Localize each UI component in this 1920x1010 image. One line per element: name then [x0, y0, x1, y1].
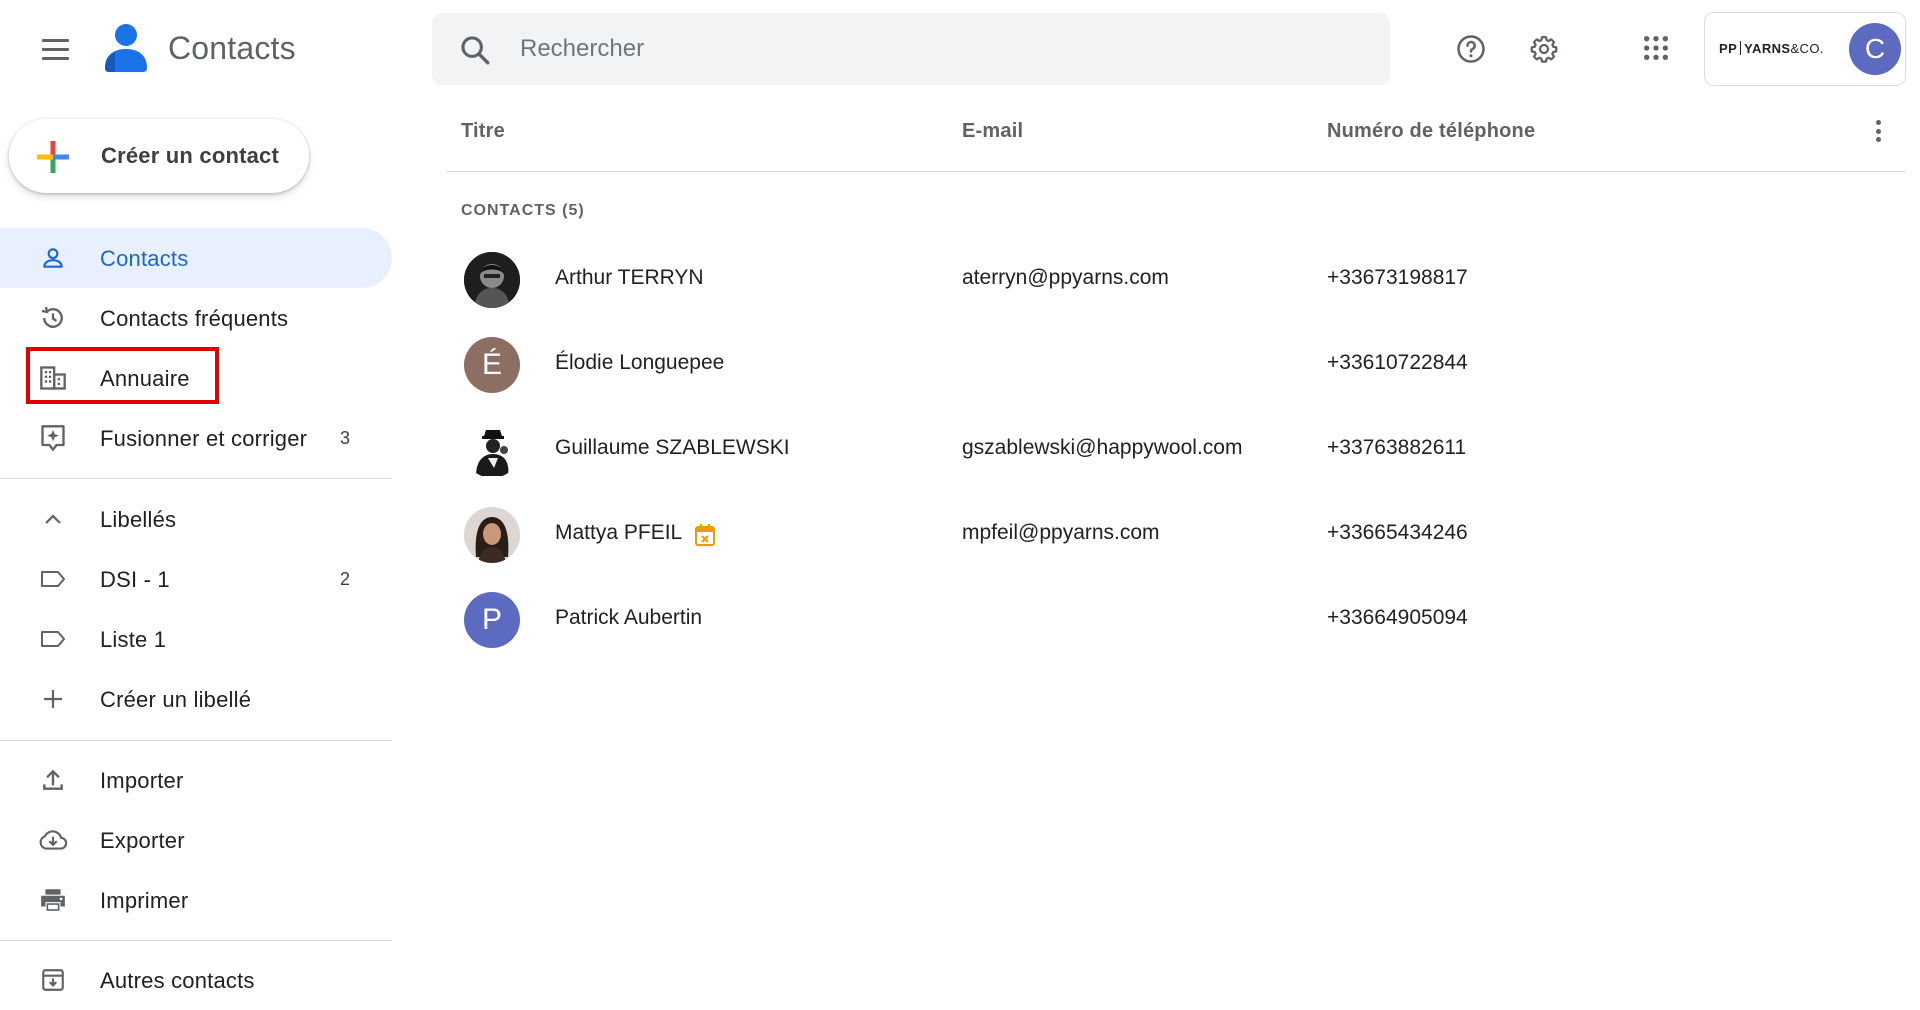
- contact-row[interactable]: Arthur TERRYN aterryn@ppyarns.com +33673…: [446, 238, 1906, 322]
- contact-name: Patrick Aubertin: [555, 606, 703, 629]
- sidebar-item-label: Libellés: [100, 507, 177, 532]
- person-icon: [38, 244, 68, 272]
- sidebar-item-label: DSI - 1: [100, 567, 170, 592]
- search-input[interactable]: [520, 27, 1360, 71]
- annotation-highlight-box: [26, 347, 219, 404]
- contact-row[interactable]: Guillaume SZABLEWSKI gszablewski@happywo…: [446, 408, 1906, 492]
- settings-gear-icon[interactable]: [1522, 27, 1566, 71]
- app-title: Contacts: [168, 30, 296, 66]
- account-avatar[interactable]: C: [1849, 23, 1901, 75]
- chevron-up-icon: [38, 505, 68, 533]
- print-icon: [38, 886, 68, 914]
- main-menu-icon[interactable]: [30, 28, 80, 70]
- contact-row[interactable]: P Patrick Aubertin +33664905094: [446, 578, 1906, 662]
- contact-name: Mattya PFEIL: [555, 521, 683, 544]
- contact-email: aterryn@ppyarns.com: [962, 266, 1169, 289]
- apps-grid-icon[interactable]: [1634, 26, 1678, 70]
- contact-phone: +33763882611: [1327, 436, 1467, 459]
- sidebar-item-label-dsi[interactable]: DSI - 1 2: [0, 549, 392, 609]
- sidebar-item-label: Contacts fréquents: [100, 306, 289, 331]
- label-icon: [38, 565, 68, 593]
- contact-phone: +33665434246: [1327, 521, 1468, 544]
- account-switcher[interactable]: PP YARNS&CO. C: [1704, 12, 1906, 86]
- sidebar-item-label: Fusionner et corriger: [100, 426, 308, 451]
- help-icon[interactable]: [1449, 27, 1493, 71]
- more-options-icon[interactable]: [1868, 118, 1888, 144]
- create-contact-button[interactable]: Créer un contact: [9, 119, 309, 193]
- birthday-calendar-icon: [695, 524, 715, 546]
- colorful-plus-icon: [37, 141, 69, 173]
- sidebar-item-frequent[interactable]: Contacts fréquents: [0, 288, 392, 348]
- upload-icon: [38, 766, 68, 794]
- organization-logo: PP YARNS&CO.: [1719, 41, 1824, 56]
- label-count-badge: 2: [340, 569, 351, 589]
- sidebar-item-label: Liste 1: [100, 627, 167, 652]
- search-icon[interactable]: [458, 33, 492, 67]
- contact-avatar-photo: [464, 507, 520, 563]
- sidebar-labels-toggle[interactable]: Libellés: [0, 489, 392, 549]
- column-header-phone[interactable]: Numéro de téléphone: [1327, 120, 1535, 143]
- contact-avatar-photo: [464, 252, 520, 308]
- sidebar-item-label: Contacts: [100, 246, 189, 271]
- search-bar[interactable]: [432, 13, 1390, 85]
- contact-phone: +33664905094: [1327, 606, 1468, 629]
- contact-avatar-initial: É: [464, 337, 520, 393]
- contact-avatar-initial: P: [464, 592, 520, 648]
- merge-fix-icon: [38, 424, 68, 452]
- label-icon: [38, 625, 68, 653]
- plus-icon: [38, 685, 68, 713]
- contact-name: Guillaume SZABLEWSKI: [555, 436, 790, 459]
- sidebar-divider: [0, 478, 392, 479]
- contacts-section-title: CONTACTS (5): [461, 202, 585, 219]
- contacts-logo-icon: [105, 24, 147, 72]
- sidebar-item-label: Autres contacts: [100, 968, 255, 993]
- sidebar-divider: [0, 740, 392, 741]
- contact-email: mpfeil@ppyarns.com: [962, 521, 1160, 544]
- app-header: Contacts PPYARNS&CO. C: [0, 0, 1920, 98]
- merge-count-badge: 3: [340, 428, 351, 448]
- sidebar-item-import[interactable]: Importer: [0, 750, 392, 810]
- archive-icon: [38, 966, 68, 994]
- contact-avatar-photo: [464, 422, 520, 478]
- sidebar-item-contacts[interactable]: Contacts: [0, 228, 392, 288]
- sidebar-item-label: Créer un libellé: [100, 687, 252, 712]
- contact-row[interactable]: É Élodie Longuepee +33610722844: [446, 323, 1906, 407]
- sidebar-item-merge-fix[interactable]: Fusionner et corriger 3: [0, 408, 392, 468]
- contact-phone: +33673198817: [1327, 266, 1468, 289]
- sidebar-item-label: Importer: [100, 768, 184, 793]
- header-divider: [446, 171, 1906, 172]
- column-header-email[interactable]: E-mail: [962, 120, 1023, 143]
- contact-row[interactable]: Mattya PFEIL mpfeil@ppyarns.com +3366543…: [446, 493, 1906, 577]
- contact-email: gszablewski@happywool.com: [962, 436, 1243, 459]
- sidebar-divider: [0, 940, 392, 941]
- history-icon: [38, 304, 68, 332]
- sidebar-item-label-liste1[interactable]: Liste 1: [0, 609, 392, 669]
- column-header-title[interactable]: Titre: [461, 120, 505, 143]
- sidebar-item-label: Imprimer: [100, 888, 189, 913]
- sidebar-item-other-contacts[interactable]: Autres contacts: [0, 950, 392, 1010]
- contact-phone: +33610722844: [1327, 351, 1468, 374]
- sidebar-item-export[interactable]: Exporter: [0, 810, 392, 870]
- cloud-download-icon: [38, 826, 68, 854]
- contact-name: Arthur TERRYN: [555, 266, 704, 289]
- sidebar-item-create-label[interactable]: Créer un libellé: [0, 669, 392, 729]
- contact-name: Élodie Longuepee: [555, 351, 725, 374]
- sidebar-item-print[interactable]: Imprimer: [0, 870, 392, 930]
- create-contact-label: Créer un contact: [101, 143, 280, 168]
- sidebar-item-label: Exporter: [100, 828, 185, 853]
